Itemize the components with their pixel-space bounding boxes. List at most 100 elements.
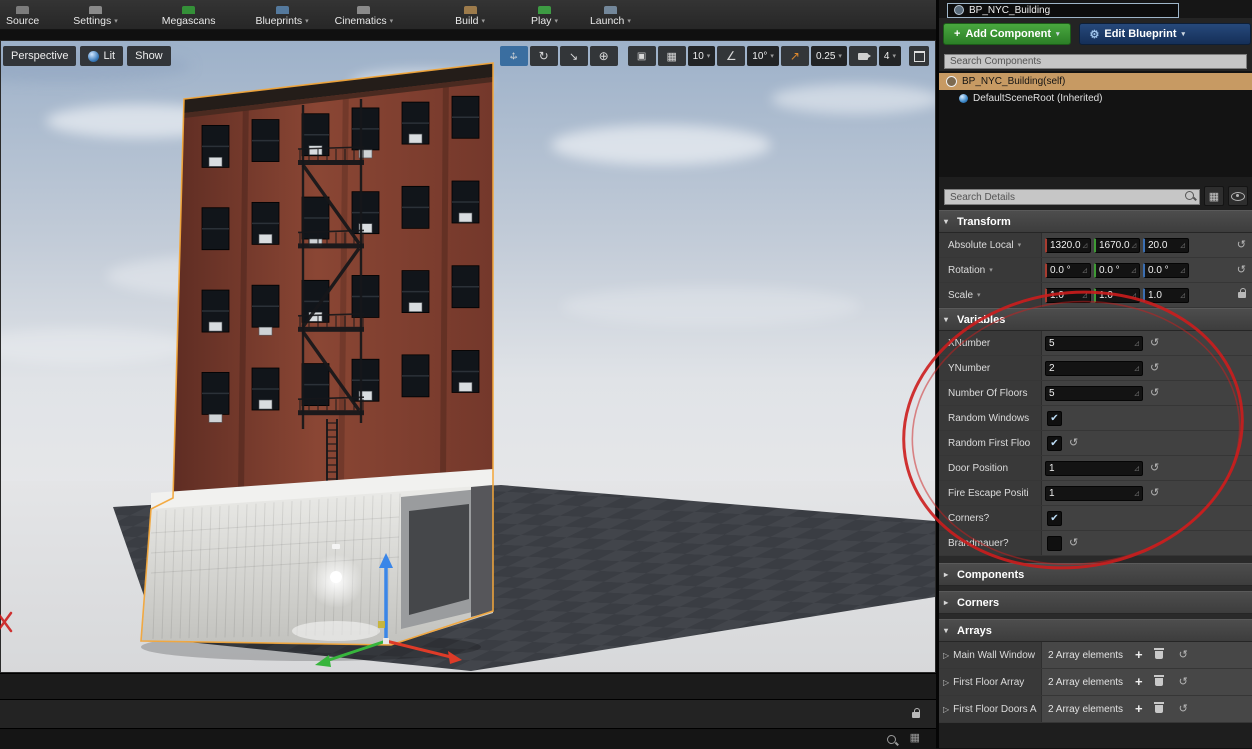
toolbar-item-source[interactable]: Source [6,6,39,27]
toolbar-item-play[interactable]: Play ▾ [531,6,558,27]
number-value-field[interactable]: 1 ◿ [1045,460,1143,476]
revert-icon[interactable]: ↺ [1237,265,1246,276]
toolbar-item-build[interactable]: Build ▾ [455,6,485,27]
property-label[interactable]: Random First Floo [939,431,1042,455]
property-matrix-button[interactable]: ▦ [1204,186,1224,206]
scale-snap-toggle-button[interactable]: ↗ [780,46,809,66]
property-label[interactable]: Door Position [939,456,1042,480]
revert-icon[interactable]: ↺ [1179,650,1188,661]
grid-snap-value-button[interactable]: 10 ▾ [687,46,716,66]
toolbar-item-settings[interactable]: Settings ▾ [73,6,118,27]
array-label[interactable]: ▷ Main Wall Window [939,642,1042,668]
axis-value-field[interactable]: 1.0 ◿ [1045,287,1091,303]
rotation-snap-value-button[interactable]: 10° ▾ [747,46,779,66]
camera-speed-value-button[interactable]: 4 ▾ [878,46,901,66]
building[interactable] [140,62,494,646]
add-component-button[interactable]: + Add Component ▾ [943,23,1071,45]
array-label[interactable]: ▷ First Floor Doors A [939,696,1042,722]
scale-tool-button[interactable]: ↘ [559,46,588,66]
rotate-tool-button[interactable]: ↻ [529,46,558,66]
property-label[interactable]: Rotation ▾ [939,258,1042,282]
section-header-arrays[interactable]: ▾ Arrays [939,619,1252,642]
revert-icon[interactable]: ↺ [1150,363,1159,374]
axis-value-field[interactable]: 0.0 ° ◿ [1045,262,1091,278]
add-element-icon[interactable]: + [1135,702,1143,715]
rotation-snap-toggle-button[interactable]: ∠ [717,46,746,66]
revert-icon[interactable]: ↺ [1179,677,1188,688]
show-button[interactable]: Show [127,46,171,66]
property-label[interactable]: Corners? [939,506,1042,530]
toolbar-item-blueprints[interactable]: Blueprints ▾ [255,6,309,27]
property-label[interactable]: Random Windows [939,406,1042,430]
number-value-field[interactable]: 5 ◿ [1045,385,1143,401]
search-details-input[interactable] [944,189,1200,206]
delete-elements-icon[interactable] [1153,648,1164,659]
delete-elements-icon[interactable] [1153,675,1164,686]
property-label[interactable]: Scale ▾ [939,283,1042,307]
array-label[interactable]: ▷ First Floor Array [939,669,1042,695]
checkbox[interactable]: ✔ [1047,435,1062,451]
view-options-grid-icon[interactable]: ▦ [910,731,920,744]
scale-tool-icon: ↘ [569,50,579,63]
property-label[interactable]: Fire Escape Positi [939,481,1042,505]
toolbar-item-megascans[interactable]: Megascans [162,6,215,27]
axis-value-field[interactable]: 20.0 ◿ [1143,237,1189,253]
property-label[interactable]: Brandmauer? [939,531,1042,555]
axis-value-field[interactable]: 0.0 ° ◿ [1094,262,1140,278]
section-header-components[interactable]: ▸ Components [939,563,1252,586]
revert-icon[interactable]: ↺ [1069,538,1078,549]
property-label[interactable]: XNumber [939,331,1042,355]
axis-value-field[interactable]: 1320.0 ◿ [1045,237,1091,253]
display-options-button[interactable] [1228,186,1248,206]
delete-elements-icon[interactable] [1153,702,1164,713]
lock-icon[interactable] [1238,288,1246,298]
grid-icon: ▦ [666,50,677,63]
edit-blueprint-button[interactable]: ⚙ Edit Blueprint ▾ [1078,23,1251,45]
toolbar-item-cinematics[interactable]: Cinematics ▾ [335,6,393,27]
add-element-icon[interactable]: + [1135,675,1143,688]
number-value-field[interactable]: 5 ◿ [1045,335,1143,351]
lock-icon[interactable] [912,708,920,718]
details-tab[interactable]: BP_NYC_Building [947,2,1179,18]
property-label[interactable]: Absolute Local ▾ [939,233,1042,257]
world-local-toggle-button[interactable]: ⊕ [589,46,618,66]
maximize-viewport-button[interactable] [909,46,929,66]
property-label[interactable]: Number Of Floors [939,381,1042,405]
axis-value-field[interactable]: 0.0 ° ◿ [1143,262,1189,278]
property-label-text: Rotation [948,264,986,276]
number-value-field[interactable]: 1 ◿ [1045,485,1143,501]
property-label[interactable]: YNumber [939,356,1042,380]
lit-mode-button[interactable]: Lit [80,46,124,66]
number-value-field[interactable]: 2 ◿ [1045,360,1143,376]
tree-item-defaultsceneroot-inherited[interactable]: DefaultSceneRoot (Inherited) [939,90,1252,107]
revert-icon[interactable]: ↺ [1150,463,1159,474]
section-header-variables[interactable]: ▾ Variables [939,308,1252,331]
toolbar-item-launch[interactable]: Launch ▾ [590,6,631,27]
add-element-icon[interactable]: + [1135,648,1143,661]
revert-icon[interactable]: ↺ [1150,488,1159,499]
revert-icon[interactable]: ↺ [1179,704,1188,715]
revert-icon[interactable]: ↺ [1150,388,1159,399]
revert-icon[interactable]: ↺ [1150,338,1159,349]
surface-snap-button[interactable]: ▣ [627,46,656,66]
search-components-input[interactable] [944,54,1247,69]
camera-speed-button[interactable] [848,46,877,66]
checkbox[interactable]: ✔ [1047,410,1062,426]
checkbox[interactable]: ✔ [1047,510,1062,526]
section-header-transform[interactable]: ▾ Transform [939,210,1252,233]
viewport-3d-scene[interactable] [1,41,936,673]
move-tool-button[interactable]: ↔ ↕ [499,46,528,66]
axis-value-field[interactable]: 1.0 ◿ [1094,287,1140,303]
perspective-button[interactable]: Perspective [3,46,77,66]
axis-value-field[interactable]: 1.0 ◿ [1143,287,1189,303]
revert-icon[interactable]: ↺ [1237,240,1246,251]
section-header-corners[interactable]: ▸ Corners [939,591,1252,614]
level-viewport[interactable]: Perspective Lit Show ↔ ↕ ↻ ↘ ⊕ ▣ ▦ 10 ▾ ∠… [0,40,936,673]
search-icon[interactable] [887,735,896,744]
axis-value-field[interactable]: 1670.0 ◿ [1094,237,1140,253]
checkbox[interactable] [1047,535,1062,551]
grid-snap-toggle-button[interactable]: ▦ [657,46,686,66]
revert-icon[interactable]: ↺ [1069,438,1078,449]
tree-item-bp-nyc-building-self[interactable]: BP_NYC_Building(self) [939,73,1252,90]
scale-snap-value-button[interactable]: 0.25 ▾ [810,46,847,66]
